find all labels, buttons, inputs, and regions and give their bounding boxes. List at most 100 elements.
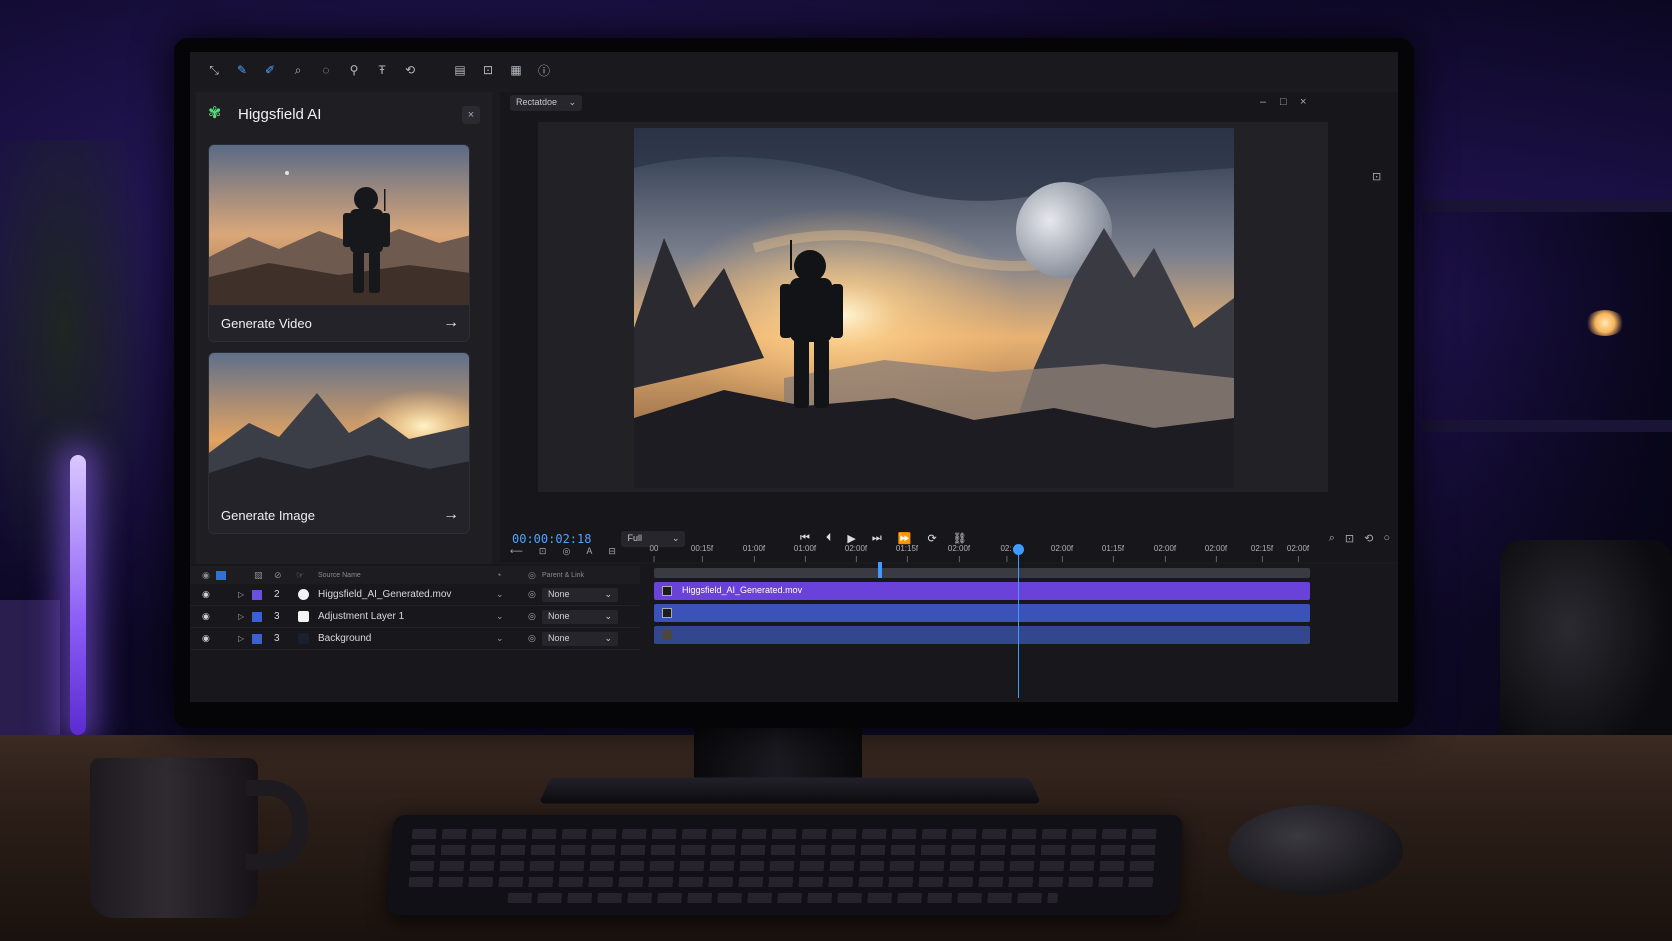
selection-tool-icon[interactable]: ⤡	[206, 62, 222, 78]
composition-viewer: Rectatdoe ⌄ – □ × ⊡ 00:00:02:18 Full ⌄ ⏮…	[500, 92, 1398, 562]
timeline-tools: ⟵ ⊡ ◎ A ⊟	[510, 546, 616, 557]
layer-type-icon	[298, 611, 309, 622]
circle-icon[interactable]: ○	[1383, 532, 1390, 545]
parent-value: None	[548, 632, 570, 643]
work-area-marker[interactable]	[878, 562, 882, 578]
expand-triangle-icon[interactable]: ▷	[238, 612, 244, 621]
target-icon[interactable]: ◎	[562, 546, 570, 557]
layer-row[interactable]: ◉ ▷ 3 Adjustment Layer 1 ⌄ ◎ None ⌄	[190, 606, 640, 628]
comment-icon[interactable]: ▤	[452, 62, 468, 78]
generate-video-label: Generate Video	[221, 315, 312, 331]
info-icon[interactable]: ⓘ	[536, 62, 552, 78]
parent-dropdown[interactable]: None ⌄	[542, 609, 618, 624]
led-light-bar	[70, 455, 86, 735]
minimize-icon[interactable]: –	[1260, 96, 1266, 108]
visibility-eye-icon[interactable]: ◉	[202, 611, 210, 622]
preview-scene-art	[634, 128, 1234, 488]
layer-track-bar[interactable]: Higgsfield_AI_Generated.mov	[654, 582, 1310, 600]
layer-track-bar[interactable]	[654, 626, 1310, 644]
coffee-mug	[90, 758, 258, 918]
pen-tool-icon[interactable]: ✎	[234, 62, 250, 78]
parent-column-icon: ◎	[528, 569, 536, 580]
playhead-line[interactable]	[1018, 548, 1019, 698]
generate-video-footer[interactable]: Generate Video →	[209, 305, 469, 341]
switch-chevron-icon[interactable]: ⌄	[496, 611, 504, 622]
ruler-tick: 00	[649, 544, 659, 562]
maximize-icon[interactable]: □	[1280, 96, 1287, 108]
work-area-bar[interactable]	[654, 562, 1310, 578]
camera-decoration	[1500, 540, 1672, 760]
brush-tool-icon[interactable]: ✐	[262, 62, 278, 78]
layer-name[interactable]: Background	[318, 633, 371, 644]
current-timecode[interactable]: 00:00:02:18	[512, 532, 591, 546]
zoom-tool-icon[interactable]: ⌕	[290, 62, 306, 78]
ruler-tick: 02:	[1000, 544, 1012, 562]
fit-icon[interactable]: ⊡	[1372, 170, 1381, 183]
shelf-board	[1422, 420, 1672, 432]
puppet-tool-icon[interactable]: ⚲	[346, 62, 362, 78]
layer-type-icon	[298, 589, 309, 600]
app-window: ⤡ ✎ ✐ ⌕ ◌ ⚲ Ŧ ⟲ ▤ ⊡ ▦ ⓘ ✾ Higgsfield AI …	[190, 52, 1398, 702]
clip-icon	[662, 608, 672, 618]
text-tool-icon[interactable]: Ŧ	[374, 62, 390, 78]
chevron-down-icon: ⌄	[604, 588, 612, 599]
expand-triangle-icon[interactable]: ▷	[238, 590, 244, 599]
timeline-panel: ⟵ ⊡ ◎ A ⊟ 00 00:15f 01:00f 01:00f 02:00f…	[190, 544, 1398, 702]
zoom-icon[interactable]: ⌕	[1329, 532, 1335, 545]
track-label: Higgsfield_AI_Generated.mov	[682, 585, 803, 595]
visibility-column-icon: ◉	[202, 569, 210, 580]
viewer-header: Rectatdoe ⌄ – □ ×	[500, 92, 1398, 114]
crop-icon[interactable]: ⊡	[480, 62, 496, 78]
composition-dropdown[interactable]: Rectatdoe ⌄	[510, 95, 582, 111]
layer-column-header: ◉ ▨ ⊘ ☞ Source Name ◔ ◎ Parent & Link	[190, 566, 640, 584]
close-window-icon[interactable]: ×	[1300, 96, 1306, 108]
camera-icon[interactable]: ⊡	[539, 546, 547, 557]
generate-image-card[interactable]: Generate Image →	[208, 352, 470, 534]
parent-pickwhip-icon[interactable]: ◎	[528, 633, 536, 644]
shelf-board	[1422, 200, 1672, 212]
visibility-eye-icon[interactable]: ◉	[202, 589, 210, 600]
desk-lamp-glow	[1585, 310, 1625, 336]
expand-triangle-icon[interactable]: ▷	[238, 634, 244, 643]
layer-row[interactable]: ◉ ▷ 3 Background ⌄ ◎ None ⌄	[190, 628, 640, 650]
ruler-tick: 02:00f	[947, 544, 971, 562]
layer-name[interactable]: Adjustment Layer 1	[318, 611, 404, 622]
generate-image-footer[interactable]: Generate Image →	[209, 497, 469, 533]
visibility-eye-icon[interactable]: ◉	[202, 633, 210, 644]
transform-tool-icon[interactable]: ⟲	[402, 62, 418, 78]
lasso-tool-icon[interactable]: ◌	[318, 62, 334, 78]
layer-name[interactable]: Higgsfield_AI_Generated.mov	[318, 589, 451, 600]
astronaut-thumbnail-art	[209, 145, 469, 307]
mask-icon[interactable]: ⊟	[608, 546, 616, 557]
layer-label-color[interactable]	[252, 611, 262, 622]
layer-track-bar[interactable]	[654, 604, 1310, 622]
key-row	[409, 861, 1161, 871]
arrow-right-icon[interactable]: →	[443, 314, 459, 332]
chevron-down-icon: ⌄	[568, 97, 576, 107]
layer-label-color[interactable]	[252, 589, 262, 600]
arrow-right-icon[interactable]: →	[443, 506, 459, 524]
grid-icon[interactable]: ▦	[508, 62, 524, 78]
solo-column-icon	[216, 570, 226, 580]
back-icon[interactable]: ⟵	[510, 546, 523, 557]
parent-pickwhip-icon[interactable]: ◎	[528, 611, 536, 622]
tools-toolbar: ⤡ ✎ ✐ ⌕ ◌ ⚲ Ŧ ⟲ ▤ ⊡ ▦ ⓘ	[190, 52, 1398, 88]
time-ruler[interactable]: 00 00:15f 01:00f 01:00f 02:00f 01:15f 02…	[650, 544, 1310, 566]
switch-chevron-icon[interactable]: ⌄	[496, 589, 504, 600]
key-row	[408, 877, 1160, 887]
viewer-canvas[interactable]	[538, 122, 1328, 492]
clip-icon	[662, 586, 672, 596]
parent-pickwhip-icon[interactable]: ◎	[528, 589, 536, 600]
switch-chevron-icon[interactable]: ⌄	[496, 633, 504, 644]
layer-label-color[interactable]	[252, 633, 262, 644]
source-name-header[interactable]: Source Name	[318, 572, 361, 579]
generate-video-card[interactable]: Generate Video →	[208, 144, 470, 342]
parent-dropdown[interactable]: None ⌄	[542, 631, 618, 646]
layer-row[interactable]: ◉ ▷ 2 Higgsfield_AI_Generated.mov ⌄ ◎ No…	[190, 584, 640, 606]
close-icon[interactable]: ×	[462, 106, 480, 124]
keyframe-icon[interactable]: A	[586, 546, 592, 557]
parent-link-header[interactable]: Parent & Link	[542, 572, 584, 579]
refresh-icon[interactable]: ⟲	[1364, 532, 1373, 545]
parent-dropdown[interactable]: None ⌄	[542, 587, 618, 602]
snapshot-icon[interactable]: ⊡	[1345, 532, 1354, 545]
